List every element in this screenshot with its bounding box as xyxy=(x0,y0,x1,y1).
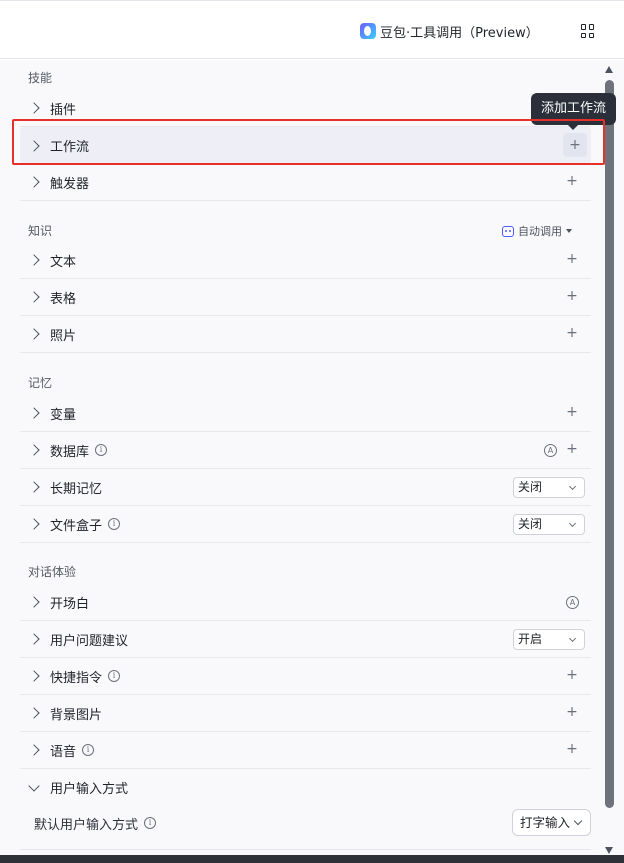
default-input-method-row: 默认用户输入方式 i 打字输入 xyxy=(20,804,591,842)
row-variable[interactable]: 变量 + xyxy=(20,395,591,432)
auto-a-icon[interactable]: A xyxy=(566,596,579,609)
add-background-button[interactable]: + xyxy=(565,705,579,719)
auto-call-dropdown[interactable]: 自动调用 xyxy=(502,223,572,239)
scroll-up-arrow-icon[interactable] xyxy=(605,66,613,73)
add-text-button[interactable]: + xyxy=(565,252,579,266)
scroll-down-arrow-icon[interactable] xyxy=(605,847,613,854)
chevron-right-icon xyxy=(28,328,40,340)
row-label: 用户输入方式 xyxy=(50,782,129,797)
row-database[interactable]: 数据库 i A + xyxy=(20,432,591,469)
row-label: 文本 xyxy=(50,254,77,270)
section-title-memory: 记忆 xyxy=(28,376,53,390)
row-plugins[interactable]: 插件 xyxy=(20,90,591,127)
chevron-right-icon xyxy=(28,291,40,303)
auto-call-label: 自动调用 xyxy=(518,225,562,238)
chevron-down-icon xyxy=(28,779,40,792)
section-title-knowledge: 知识 xyxy=(28,224,53,238)
row-trigger[interactable]: 触发器 + xyxy=(20,164,591,201)
info-icon[interactable]: i xyxy=(108,670,121,682)
row-label: 工作流 xyxy=(50,140,90,155)
row-label: 插件 xyxy=(50,102,77,118)
row-text[interactable]: 文本 + xyxy=(20,242,591,279)
model-selector[interactable]: 豆包·工具调用（Preview） xyxy=(360,20,539,42)
chevron-right-icon xyxy=(28,596,40,608)
select-value: 关闭 xyxy=(518,480,543,494)
long-term-memory-select[interactable]: 关闭 xyxy=(513,477,585,498)
row-label: 快捷指令 xyxy=(50,670,103,686)
default-input-method-label: 默认用户输入方式 xyxy=(34,817,139,833)
add-workflow-tooltip: 添加工作流 xyxy=(531,93,616,130)
grid-icon[interactable] xyxy=(581,24,595,38)
row-label: 开场白 xyxy=(50,596,90,612)
divider xyxy=(20,849,591,850)
section-title-conversation: 对话体验 xyxy=(28,565,77,579)
chevron-right-icon xyxy=(28,254,40,266)
row-label: 长期记忆 xyxy=(50,481,103,497)
add-workflow-button[interactable]: + xyxy=(563,133,587,157)
chevron-right-icon xyxy=(28,633,40,645)
chevron-right-icon xyxy=(28,518,40,530)
row-photo[interactable]: 照片 + xyxy=(20,316,591,353)
row-file-box[interactable]: 文件盒子 i 关闭 xyxy=(20,506,591,543)
select-value: 开启 xyxy=(518,632,543,646)
chevron-right-icon xyxy=(28,407,40,419)
row-workflow[interactable]: 工作流 + xyxy=(20,127,591,164)
chevron-right-icon xyxy=(28,670,40,682)
add-database-button[interactable]: + xyxy=(565,442,579,456)
doubao-logo-icon xyxy=(360,23,376,39)
row-label: 表格 xyxy=(50,291,77,307)
row-label: 文件盒子 xyxy=(50,518,103,534)
row-label: 变量 xyxy=(50,407,77,423)
row-background-image[interactable]: 背景图片 + xyxy=(20,695,591,732)
info-icon[interactable]: i xyxy=(144,817,157,829)
add-voice-button[interactable]: + xyxy=(565,742,579,756)
row-long-term-memory[interactable]: 长期记忆 关闭 xyxy=(20,469,591,506)
header-bar: 豆包·工具调用（Preview） xyxy=(0,0,624,59)
row-question-suggestion[interactable]: 用户问题建议 开启 xyxy=(20,621,591,658)
chevron-right-icon xyxy=(28,744,40,756)
row-voice[interactable]: 语音 i + xyxy=(20,732,591,769)
add-variable-button[interactable]: + xyxy=(565,405,579,419)
chevron-right-icon xyxy=(28,139,40,152)
chevron-down-icon xyxy=(568,482,577,491)
row-input-method[interactable]: 用户输入方式 xyxy=(20,769,591,806)
chevron-right-icon xyxy=(28,707,40,719)
row-label: 语音 xyxy=(50,744,77,760)
robot-icon xyxy=(502,225,514,237)
scrollbar-thumb[interactable] xyxy=(605,80,614,808)
add-trigger-button[interactable]: + xyxy=(565,174,579,188)
default-input-method-select[interactable]: 打字输入 xyxy=(512,809,591,836)
model-name: 豆包·工具调用（Preview） xyxy=(380,25,539,41)
select-value: 打字输入 xyxy=(520,815,571,830)
chevron-down-icon xyxy=(568,634,577,643)
chevron-down-icon xyxy=(568,519,577,528)
info-icon[interactable]: i xyxy=(82,744,95,756)
chevron-right-icon xyxy=(28,176,40,188)
add-table-button[interactable]: + xyxy=(565,289,579,303)
file-box-select[interactable]: 关闭 xyxy=(513,514,585,535)
row-shortcut[interactable]: 快捷指令 i + xyxy=(20,658,591,695)
row-opening[interactable]: 开场白 A xyxy=(20,584,591,621)
bottom-bar xyxy=(0,855,624,863)
scrollbar[interactable] xyxy=(604,66,615,854)
row-label: 数据库 xyxy=(50,444,90,460)
row-label: 用户问题建议 xyxy=(50,633,129,649)
chevron-down-icon xyxy=(573,816,583,826)
select-value: 关闭 xyxy=(518,517,543,531)
auto-a-icon[interactable]: A xyxy=(544,444,557,457)
row-label: 照片 xyxy=(50,328,77,344)
add-photo-button[interactable]: + xyxy=(565,326,579,340)
add-shortcut-button[interactable]: + xyxy=(565,668,579,682)
row-label: 触发器 xyxy=(50,176,90,192)
info-icon[interactable]: i xyxy=(95,444,108,456)
chevron-right-icon xyxy=(28,444,40,456)
section-title-skills: 技能 xyxy=(28,71,53,85)
chevron-right-icon xyxy=(28,102,40,114)
chevron-right-icon xyxy=(28,481,40,493)
info-icon[interactable]: i xyxy=(108,518,121,530)
row-label: 背景图片 xyxy=(50,707,103,723)
row-table[interactable]: 表格 + xyxy=(20,279,591,316)
question-suggestion-select[interactable]: 开启 xyxy=(513,629,585,650)
caret-down-icon xyxy=(566,229,572,233)
